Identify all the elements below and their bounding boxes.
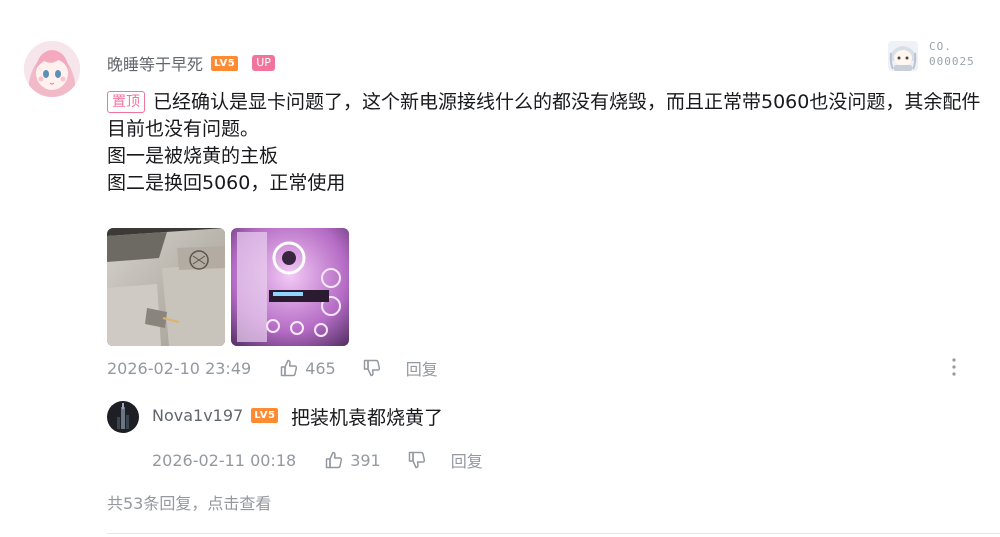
reply-level-badge: LV5 <box>251 408 279 423</box>
reply-dislike-button[interactable] <box>407 450 427 470</box>
fan-medal-badge[interactable]: CO. 000025 <box>886 39 986 73</box>
user-avatar[interactable] <box>24 41 80 97</box>
comment-line-1: 置顶 已经确认是显卡问题了，这个新电源接线什么的都没有烧毁，而且正常带5060也没… <box>107 91 981 140</box>
pink-pc-case-image <box>231 228 349 346</box>
comment-meta-row: 2026-02-10 23:49 465 回复 <box>107 356 438 380</box>
divider <box>107 533 1000 534</box>
thumbs-down-icon <box>408 451 425 469</box>
anime-girl-avatar-image <box>24 41 80 97</box>
comment-time: 2026-02-10 23:49 <box>107 358 252 378</box>
like-count: 465 <box>305 358 336 378</box>
comment-line-3: 图二是换回5060，正常使用 <box>107 172 346 194</box>
fan-medal-number: CO. 000025 <box>929 40 975 68</box>
thumbs-down-icon <box>363 359 380 377</box>
thumbs-up-icon <box>280 359 298 377</box>
view-all-replies-link[interactable]: 共53条回复，点击查看 <box>107 490 271 514</box>
up-badge: UP <box>252 55 275 71</box>
reply-button[interactable]: 回复 <box>406 356 438 380</box>
comment-username-row: 晚睡等于早死 LV5 UP <box>107 51 275 75</box>
thumbs-up-icon <box>325 451 343 469</box>
reply-like-button[interactable]: 391 <box>324 450 381 470</box>
reply-meta-row: 2026-02-11 00:18 391 回复 <box>152 448 483 472</box>
reply-user-avatar[interactable] <box>107 401 139 433</box>
comment-image-2[interactable] <box>231 228 349 346</box>
level-badge: LV5 <box>211 55 239 71</box>
pinned-tag: 置顶 <box>107 91 145 113</box>
tower-silhouette-avatar-image <box>107 401 139 433</box>
comment-line-2: 图一是被烧黄的主板 <box>107 145 279 167</box>
chibi-figure-icon <box>888 41 918 71</box>
comment-username[interactable]: 晚睡等于早死 <box>107 51 203 75</box>
reply-reply-button[interactable]: 回复 <box>451 448 483 472</box>
more-options-icon[interactable] <box>949 356 959 378</box>
dislike-button[interactable] <box>362 358 382 378</box>
burned-motherboard-image <box>107 228 225 346</box>
reply-like-count: 391 <box>350 450 381 470</box>
reply-content: 把装机袁都烧黄了 <box>291 407 444 429</box>
like-button[interactable]: 465 <box>279 358 336 378</box>
reply-username-row: Nova1v197 LV5 <box>152 406 279 425</box>
reply-time: 2026-02-11 00:18 <box>152 450 297 470</box>
comment-content: 置顶 已经确认是显卡问题了，这个新电源接线什么的都没有烧毁，而且正常带5060也没… <box>107 89 997 197</box>
comment-image-1[interactable] <box>107 228 225 346</box>
reply-username[interactable]: Nova1v197 <box>152 406 243 425</box>
